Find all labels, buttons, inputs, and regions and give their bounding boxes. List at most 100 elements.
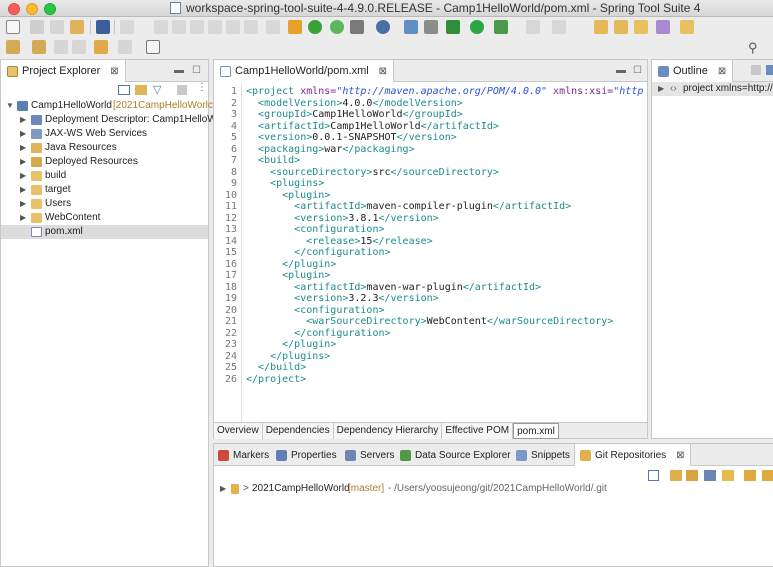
- annotation-icon[interactable]: [656, 20, 670, 34]
- run-icon[interactable]: [470, 20, 484, 34]
- terminate-icon[interactable]: [190, 20, 204, 34]
- run-external-tool-icon[interactable]: [494, 20, 508, 34]
- sort-icon[interactable]: [751, 65, 761, 75]
- tab-effective-pom[interactable]: Effective POM: [442, 423, 514, 439]
- prev-annotation-icon[interactable]: [32, 40, 46, 54]
- last-edit-icon[interactable]: [54, 40, 68, 54]
- refresh-icon[interactable]: [762, 470, 773, 481]
- close-icon[interactable]: ⊠: [110, 66, 118, 77]
- globe-icon[interactable]: [376, 20, 390, 34]
- tree-item[interactable]: ▶ Deployed Resources: [1, 155, 210, 169]
- collapsed-arrow-icon[interactable]: ▶: [658, 82, 664, 96]
- tree-item[interactable]: ▶ JAX-WS Web Services: [1, 127, 210, 141]
- tab-markers[interactable]: Markers: [218, 444, 269, 466]
- close-window-button[interactable]: [8, 3, 20, 15]
- tree-root-project[interactable]: ▼ Camp1HelloWorld [2021CampHelloWorlc: [1, 99, 213, 113]
- more-icon[interactable]: ⋮: [197, 82, 207, 93]
- tab-snippets[interactable]: Snippets: [516, 444, 570, 466]
- expanded-arrow-icon[interactable]: ▼: [6, 99, 14, 113]
- filter-icon[interactable]: ▽: [153, 83, 161, 96]
- view-menu-icon[interactable]: [766, 65, 773, 75]
- step-into-icon[interactable]: [208, 20, 222, 34]
- pin-editor-icon[interactable]: [146, 40, 160, 54]
- collapsed-arrow-icon[interactable]: ▶: [20, 113, 26, 127]
- new-file-icon[interactable]: [6, 20, 20, 34]
- tab-data-source-explorer[interactable]: Data Source Explorer: [400, 444, 511, 466]
- save-icon[interactable]: [30, 20, 44, 34]
- clone-repository-icon[interactable]: [686, 470, 698, 481]
- next-annotation-icon[interactable]: [6, 40, 20, 54]
- link-with-editor-icon[interactable]: [135, 85, 147, 95]
- maximize-icon[interactable]: ☐: [192, 65, 201, 76]
- minimize-icon[interactable]: ▬: [616, 65, 626, 76]
- minimize-icon[interactable]: ▬: [174, 65, 184, 76]
- tree-item-selected[interactable]: pom.xml: [1, 225, 208, 239]
- new-java-icon[interactable]: [526, 20, 540, 34]
- tab-git-repositories[interactable]: Git Repositories ⊠: [574, 444, 691, 466]
- drop-frame-icon[interactable]: [266, 20, 280, 34]
- collapsed-arrow-icon[interactable]: ▶: [20, 127, 26, 141]
- collapsed-arrow-icon[interactable]: ▶: [20, 211, 26, 225]
- search-run-icon[interactable]: [424, 20, 438, 34]
- tree-item[interactable]: ▶ Users: [1, 197, 210, 211]
- tree-item[interactable]: ▶ build: [1, 169, 210, 183]
- suspend-icon[interactable]: [172, 20, 186, 34]
- tab-pom-xml[interactable]: Camp1HelloWorld/pom.xml ⊠: [214, 60, 395, 82]
- step-over-icon[interactable]: [226, 20, 240, 34]
- tab-project-explorer[interactable]: Project Explorer ⊠: [1, 60, 126, 82]
- close-icon[interactable]: ⊠: [379, 66, 387, 77]
- collapse-all-icon[interactable]: [648, 470, 659, 481]
- resume-icon[interactable]: [154, 20, 168, 34]
- tab-outline[interactable]: Outline ⊠: [652, 60, 734, 82]
- tab-servers[interactable]: Servers: [345, 444, 394, 466]
- search-icon[interactable]: ⚲: [748, 40, 758, 56]
- tab-properties[interactable]: Properties: [276, 444, 337, 466]
- terminal-icon[interactable]: [96, 20, 110, 34]
- open-folder-icon[interactable]: [70, 20, 84, 34]
- add-repository-icon[interactable]: [670, 470, 682, 481]
- folder-open-icon[interactable]: [634, 20, 648, 34]
- collapsed-arrow-icon[interactable]: ▶: [20, 155, 26, 169]
- open-type-icon[interactable]: [594, 20, 608, 34]
- refresh-icon[interactable]: [330, 20, 344, 34]
- create-repository-icon[interactable]: [704, 470, 716, 481]
- tree-item[interactable]: ▶ Deployment Descriptor: Camp1HelloW: [1, 113, 217, 127]
- tab-pom-xml-source[interactable]: pom.xml: [513, 423, 559, 439]
- collapse-all-icon[interactable]: [118, 85, 130, 95]
- tree-item[interactable]: ▶ Java Resources: [1, 141, 210, 155]
- open-task-icon[interactable]: [614, 20, 628, 34]
- save-all-icon[interactable]: [50, 20, 64, 34]
- folder-icon[interactable]: [680, 20, 694, 34]
- collapsed-arrow-icon[interactable]: ▶: [20, 183, 26, 197]
- collapsed-arrow-icon[interactable]: ▶: [20, 197, 26, 211]
- collapsed-arrow-icon[interactable]: ▶: [220, 482, 226, 496]
- view-menu-icon[interactable]: [177, 85, 187, 95]
- close-icon[interactable]: ⊠: [718, 66, 726, 77]
- back-icon[interactable]: [94, 40, 108, 54]
- tab-dependencies[interactable]: Dependencies: [262, 423, 334, 439]
- import-icon[interactable]: [722, 470, 734, 481]
- spring-starter-icon[interactable]: [350, 20, 364, 34]
- forward-icon[interactable]: [118, 40, 132, 54]
- debug-icon[interactable]: [446, 20, 460, 34]
- maximize-window-button[interactable]: [44, 3, 56, 15]
- tree-item[interactable]: ▶ WebContent: [1, 211, 210, 225]
- outline-item[interactable]: ▶ ‹› project xmlns=http://: [652, 82, 773, 96]
- collapsed-arrow-icon[interactable]: ▶: [20, 169, 26, 183]
- tree-item[interactable]: ▶ target: [1, 183, 210, 197]
- build-icon[interactable]: [288, 20, 302, 34]
- tab-dependency-hierarchy[interactable]: Dependency Hierarchy: [333, 423, 443, 439]
- open-browser-icon[interactable]: [404, 20, 418, 34]
- minimize-window-button[interactable]: [26, 3, 38, 15]
- boot-dashboard-icon[interactable]: [308, 20, 322, 34]
- close-icon[interactable]: ⊠: [676, 450, 684, 461]
- new-class-icon[interactable]: [552, 20, 566, 34]
- link-icon[interactable]: [744, 470, 756, 481]
- step-return-icon[interactable]: [244, 20, 258, 34]
- code-area[interactable]: 1 2 3 4 5 6 7 8 9 10 11 12 13 14 15 16 17 18 19 20 21 22 23 24 2…: [214, 83, 647, 423]
- back-disabled-icon[interactable]: [72, 40, 86, 54]
- collapsed-arrow-icon[interactable]: ▶: [20, 141, 26, 155]
- debug-skip-icon[interactable]: [120, 20, 134, 34]
- git-repository-item[interactable]: ▶ > 2021CampHelloWorld [master] - /Users…: [214, 482, 764, 496]
- tab-overview[interactable]: Overview: [214, 423, 263, 439]
